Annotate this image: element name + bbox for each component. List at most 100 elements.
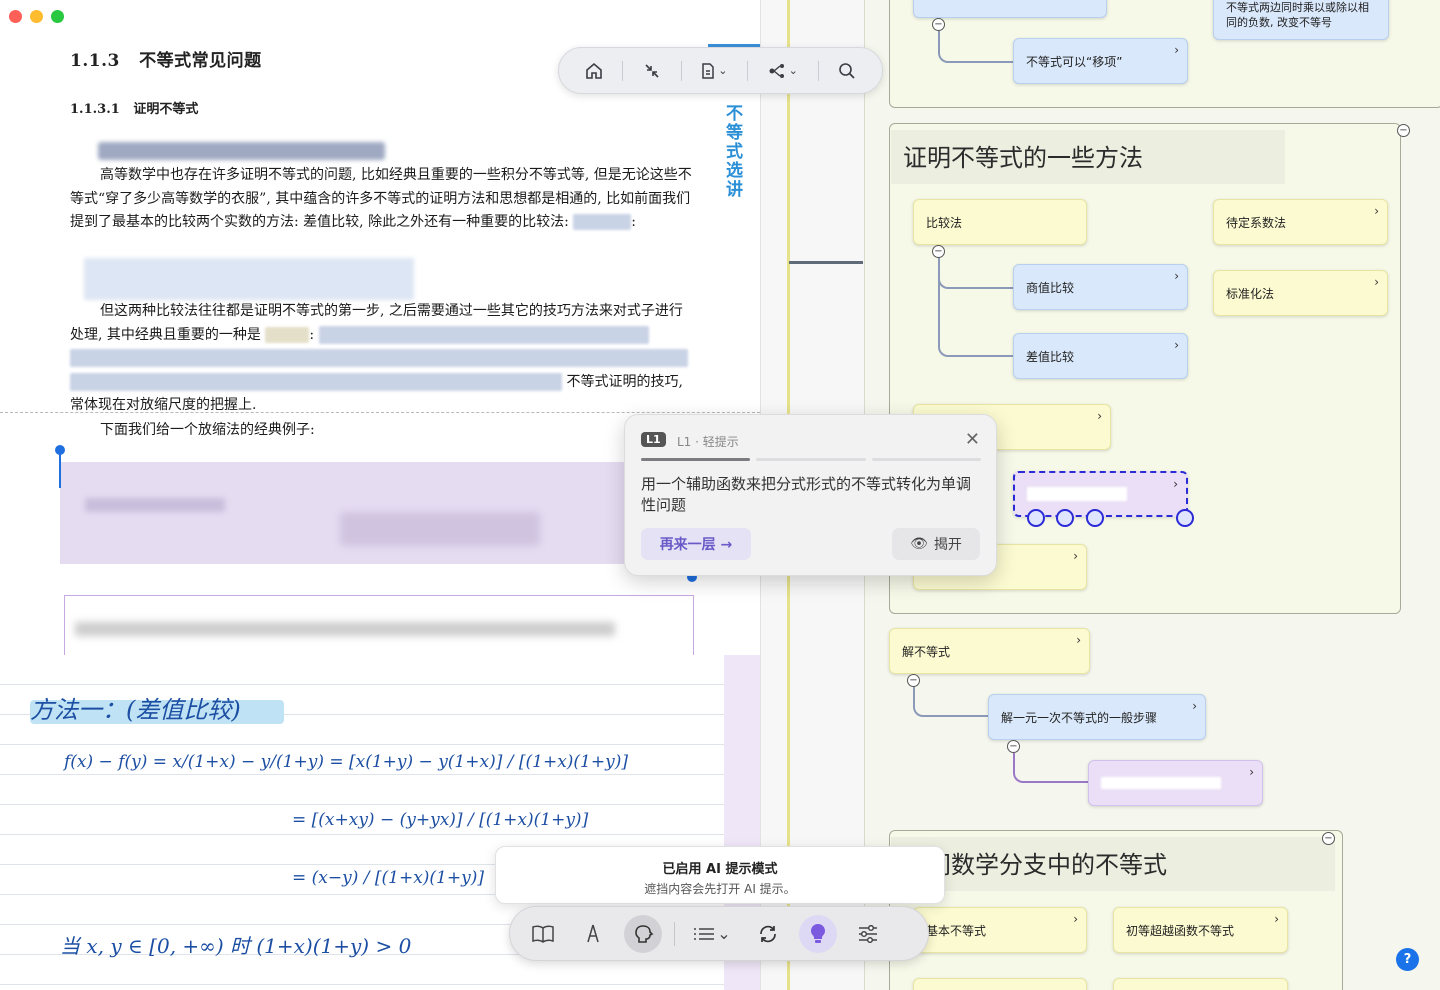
toolbar-separator	[680, 60, 682, 81]
hint-progress-step	[641, 458, 751, 461]
home-button[interactable]	[585, 62, 603, 80]
masked-solution-box[interactable]	[64, 595, 694, 655]
window-controls	[9, 10, 64, 23]
chevron-right-icon[interactable]: ›	[1097, 409, 1102, 423]
mindmap-node-move-term[interactable]: 不等式可以“移项” ›	[1013, 38, 1188, 84]
brain-icon	[635, 924, 654, 943]
handwriting-line-1: 方法一：(差值比较)	[30, 696, 241, 724]
chevron-right-icon[interactable]: ›	[1073, 912, 1078, 926]
mindmap-node-top-right[interactable]: 不等式两边同时乘以或除以相同的负数, 改变不等号	[1213, 0, 1389, 40]
mindmap-node-basic-ineq[interactable]: 基本不等式 ›	[913, 907, 1087, 953]
pen-icon	[587, 924, 599, 942]
ai-mode-toast: 已启用 AI 提示模式 遮挡内容会先打开 AI 提示。	[495, 846, 945, 904]
ai-brain-button[interactable]	[624, 914, 662, 953]
mindmap-menu-button[interactable]: ⌄	[768, 63, 798, 79]
mindmap-node-ratio[interactable]: 商值比较 ›	[1013, 264, 1188, 310]
zoom-window-button[interactable]	[51, 10, 64, 23]
chevron-down-icon: ⌄	[717, 924, 731, 943]
mindmap-node-partial-bottom[interactable]	[913, 978, 1087, 990]
node-label: 待定系数法	[1226, 215, 1287, 230]
page-break-line	[0, 412, 760, 413]
eye-icon: 👁	[910, 536, 928, 552]
chevron-right-icon[interactable]: ›	[1274, 912, 1279, 926]
hint-text: 用一个辅助函数来把分式形式的不等式转化为单调性问题	[641, 475, 972, 514]
lightbulb-icon	[811, 923, 825, 943]
group-collapse-toggle[interactable]: −	[1397, 124, 1410, 137]
hint-progress-step	[871, 458, 981, 461]
chevron-right-icon[interactable]: ›	[1173, 477, 1178, 491]
collapse-toggle[interactable]: −	[907, 674, 920, 687]
home-icon	[585, 62, 602, 79]
node-action-link[interactable]	[1027, 509, 1045, 527]
list-menu-button[interactable]: ⌄	[687, 924, 737, 943]
divider-link-line	[789, 261, 863, 264]
next-hint-button[interactable]: 再来一层 →	[641, 528, 751, 560]
mindmap-node-partial[interactable]	[913, 0, 1107, 18]
chevron-right-icon[interactable]: ›	[1374, 275, 1379, 289]
chevron-right-icon[interactable]: ›	[1174, 338, 1179, 352]
reveal-button[interactable]: 👁 揭开	[892, 528, 980, 560]
mindmap-node-comparison[interactable]: 比较法	[913, 199, 1087, 245]
toolbar-separator	[622, 60, 624, 81]
node-label: 比较法	[926, 215, 963, 230]
mindmap-node-difference[interactable]: 差值比较 ›	[1013, 333, 1188, 379]
minimize-window-button[interactable]	[30, 10, 43, 23]
collapse-toggle[interactable]: −	[932, 245, 945, 258]
mindmap-node-image-snippet[interactable]: ›	[1088, 760, 1263, 806]
chevron-right-icon[interactable]: ›	[1374, 204, 1379, 218]
masked-example-block[interactable]	[60, 462, 700, 564]
collapse-toggle[interactable]: −	[1007, 740, 1020, 753]
chevron-right-icon[interactable]: ›	[1076, 633, 1081, 647]
group-title-proof-methods[interactable]: 证明不等式的一些方法	[891, 130, 1285, 184]
blurred-method[interactable]	[265, 326, 310, 343]
node-action-resize[interactable]	[1176, 509, 1194, 527]
blurred-formula[interactable]	[84, 258, 414, 300]
blurred-term[interactable]	[573, 214, 632, 230]
pen-button[interactable]	[574, 915, 612, 953]
bottom-toolbar: ⌄	[509, 906, 929, 961]
help-button[interactable]: ?	[1396, 948, 1419, 971]
group-collapse-toggle[interactable]: −	[1322, 832, 1335, 845]
chevron-right-icon[interactable]: ›	[1174, 43, 1179, 57]
blurred-heading[interactable]	[98, 142, 385, 160]
ai-hint-popup: L1 L1 · 轻提示 ✕ 用一个辅助函数来把分式形式的不等式转化为单调性问题 …	[624, 414, 997, 576]
ai-hint-toggle-button[interactable]	[799, 914, 837, 953]
chevron-right-icon[interactable]: ›	[1174, 269, 1179, 283]
chevron-right-icon[interactable]: ›	[1192, 699, 1197, 713]
book-icon	[532, 925, 554, 943]
chevron-right-icon[interactable]: ›	[1249, 765, 1254, 779]
node-action-ai[interactable]	[1086, 509, 1104, 527]
settings-button[interactable]	[849, 915, 887, 953]
hint-progress	[641, 458, 981, 461]
document-icon	[702, 62, 714, 79]
mindmap-node-transcendental[interactable]: 初等超越函数不等式 ›	[1113, 907, 1288, 953]
node-label: 不等式可以“移项”	[1026, 54, 1123, 69]
document-menu-button[interactable]: ⌄	[701, 62, 727, 79]
node-label: 解不等式	[902, 644, 951, 659]
mindmap-node-undetermined-coeff[interactable]: 待定系数法 ›	[1213, 199, 1388, 245]
blurred-explanation[interactable]	[318, 325, 649, 344]
sync-button[interactable]	[749, 915, 787, 953]
hint-level-badge: L1	[641, 432, 666, 447]
blurred-explanation-3[interactable]	[70, 372, 562, 391]
chapter-side-label[interactable]: 不等式选讲	[720, 104, 745, 199]
group-title-branches[interactable]: 不同数学分支中的不等式	[891, 837, 1335, 891]
mindmap-node-partial-bottom-2[interactable]	[1113, 978, 1288, 990]
reader-button[interactable]	[524, 915, 562, 953]
paragraph-3: 下面我们给一个放缩法的经典例子:	[100, 422, 315, 438]
chevron-right-icon[interactable]: ›	[1073, 549, 1078, 563]
blurred-explanation-2[interactable]	[70, 349, 688, 367]
close-icon[interactable]: ✕	[965, 429, 980, 450]
close-window-button[interactable]	[9, 10, 22, 23]
mindmap-node-linear-steps[interactable]: 解一元一次不等式的一般步骤 ›	[988, 694, 1206, 740]
search-button[interactable]	[838, 62, 856, 80]
selection-start-handle[interactable]	[55, 445, 65, 455]
mindmap-node-standardization[interactable]: 标准化法 ›	[1213, 270, 1388, 316]
refresh-icon	[760, 925, 776, 942]
mindmap-node-solve[interactable]: 解不等式 ›	[889, 628, 1090, 674]
collapse-toggle[interactable]: −	[932, 18, 945, 31]
node-action-copy[interactable]	[1056, 509, 1074, 527]
subsection-title: 1.1.3.1 证明不等式	[70, 102, 199, 117]
node-label: 差值比较	[1026, 349, 1075, 364]
collapse-button[interactable]	[643, 62, 661, 80]
